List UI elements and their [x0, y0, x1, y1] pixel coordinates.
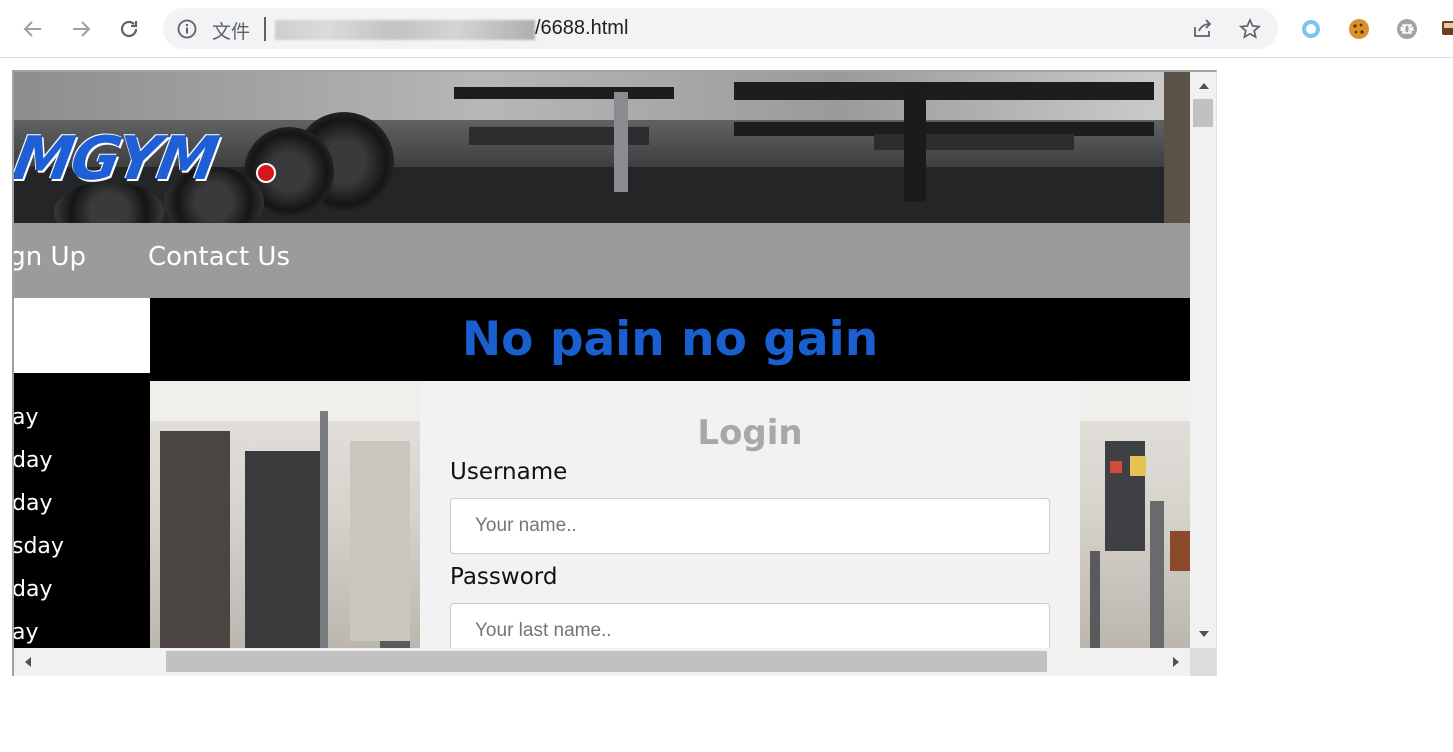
page-headline: No pain no gain	[461, 312, 879, 367]
url-scheme-label: 文件	[212, 21, 251, 43]
reload-button[interactable]	[114, 14, 144, 44]
arrow-right-icon	[73, 21, 91, 37]
sidebar-day[interactable]: day	[14, 448, 52, 473]
address-bar[interactable]: 文件 /6688.html	[163, 8, 1278, 49]
nav-contact-us[interactable]: Contact Us	[148, 242, 290, 272]
back-button[interactable]	[18, 14, 48, 44]
logo-dot	[256, 163, 276, 183]
extension-partial-icon[interactable]	[1439, 17, 1453, 41]
arrow-left-icon	[23, 21, 41, 37]
username-input[interactable]	[450, 498, 1050, 554]
scrollbar-corner	[1190, 648, 1216, 676]
scroll-right-arrow-icon[interactable]	[1172, 656, 1180, 668]
site-navbar: ign Up Contact Us	[14, 223, 1190, 298]
command-extension-icon[interactable]	[1395, 17, 1419, 41]
vertical-scroll-thumb[interactable]	[1193, 99, 1213, 127]
reload-icon	[120, 20, 138, 38]
extension-ring-icon[interactable]	[1299, 17, 1323, 41]
login-title: Login	[697, 413, 803, 453]
password-label: Password	[450, 564, 558, 590]
sidebar-day[interactable]: ay	[14, 405, 39, 430]
url-separator	[264, 17, 266, 41]
forward-button[interactable]	[66, 14, 96, 44]
password-input[interactable]	[450, 603, 1050, 648]
url-redacted	[275, 20, 535, 40]
scroll-left-arrow-icon[interactable]	[24, 656, 32, 668]
sidebar-day[interactable]: day	[14, 491, 52, 516]
page-viewport: MGYM ign Up Contact Us No pain no gain a…	[12, 70, 1217, 676]
scroll-up-arrow-icon[interactable]	[1198, 82, 1210, 90]
header-banner: MGYM	[14, 72, 1190, 223]
page-content: MGYM ign Up Contact Us No pain no gain a…	[14, 72, 1190, 648]
sidebar-day[interactable]: day	[14, 577, 52, 602]
schedule-sidebar: ay day day sday day ay	[14, 373, 150, 648]
headline-bar: No pain no gain	[150, 298, 1190, 381]
login-form: Login Username Password	[420, 381, 1080, 648]
share-icon[interactable]	[1191, 18, 1213, 40]
sidebar-header	[14, 298, 150, 373]
nav-sign-up[interactable]: ign Up	[14, 242, 86, 272]
browser-toolbar: 文件 /6688.html	[0, 0, 1453, 58]
vertical-scrollbar[interactable]	[1190, 72, 1216, 648]
horizontal-scroll-thumb[interactable]	[166, 651, 1047, 672]
url-text: /6688.html	[535, 17, 629, 39]
sidebar-day[interactable]: sday	[14, 534, 64, 559]
gym-logo: MGYM	[14, 124, 222, 194]
username-label: Username	[450, 459, 568, 485]
sidebar-day[interactable]: ay	[14, 620, 39, 645]
cookie-icon[interactable]	[1347, 17, 1371, 41]
horizontal-scrollbar[interactable]	[14, 648, 1190, 676]
bookmark-star-icon[interactable]	[1239, 18, 1261, 40]
info-icon[interactable]	[177, 19, 197, 39]
scroll-down-arrow-icon[interactable]	[1198, 630, 1210, 638]
